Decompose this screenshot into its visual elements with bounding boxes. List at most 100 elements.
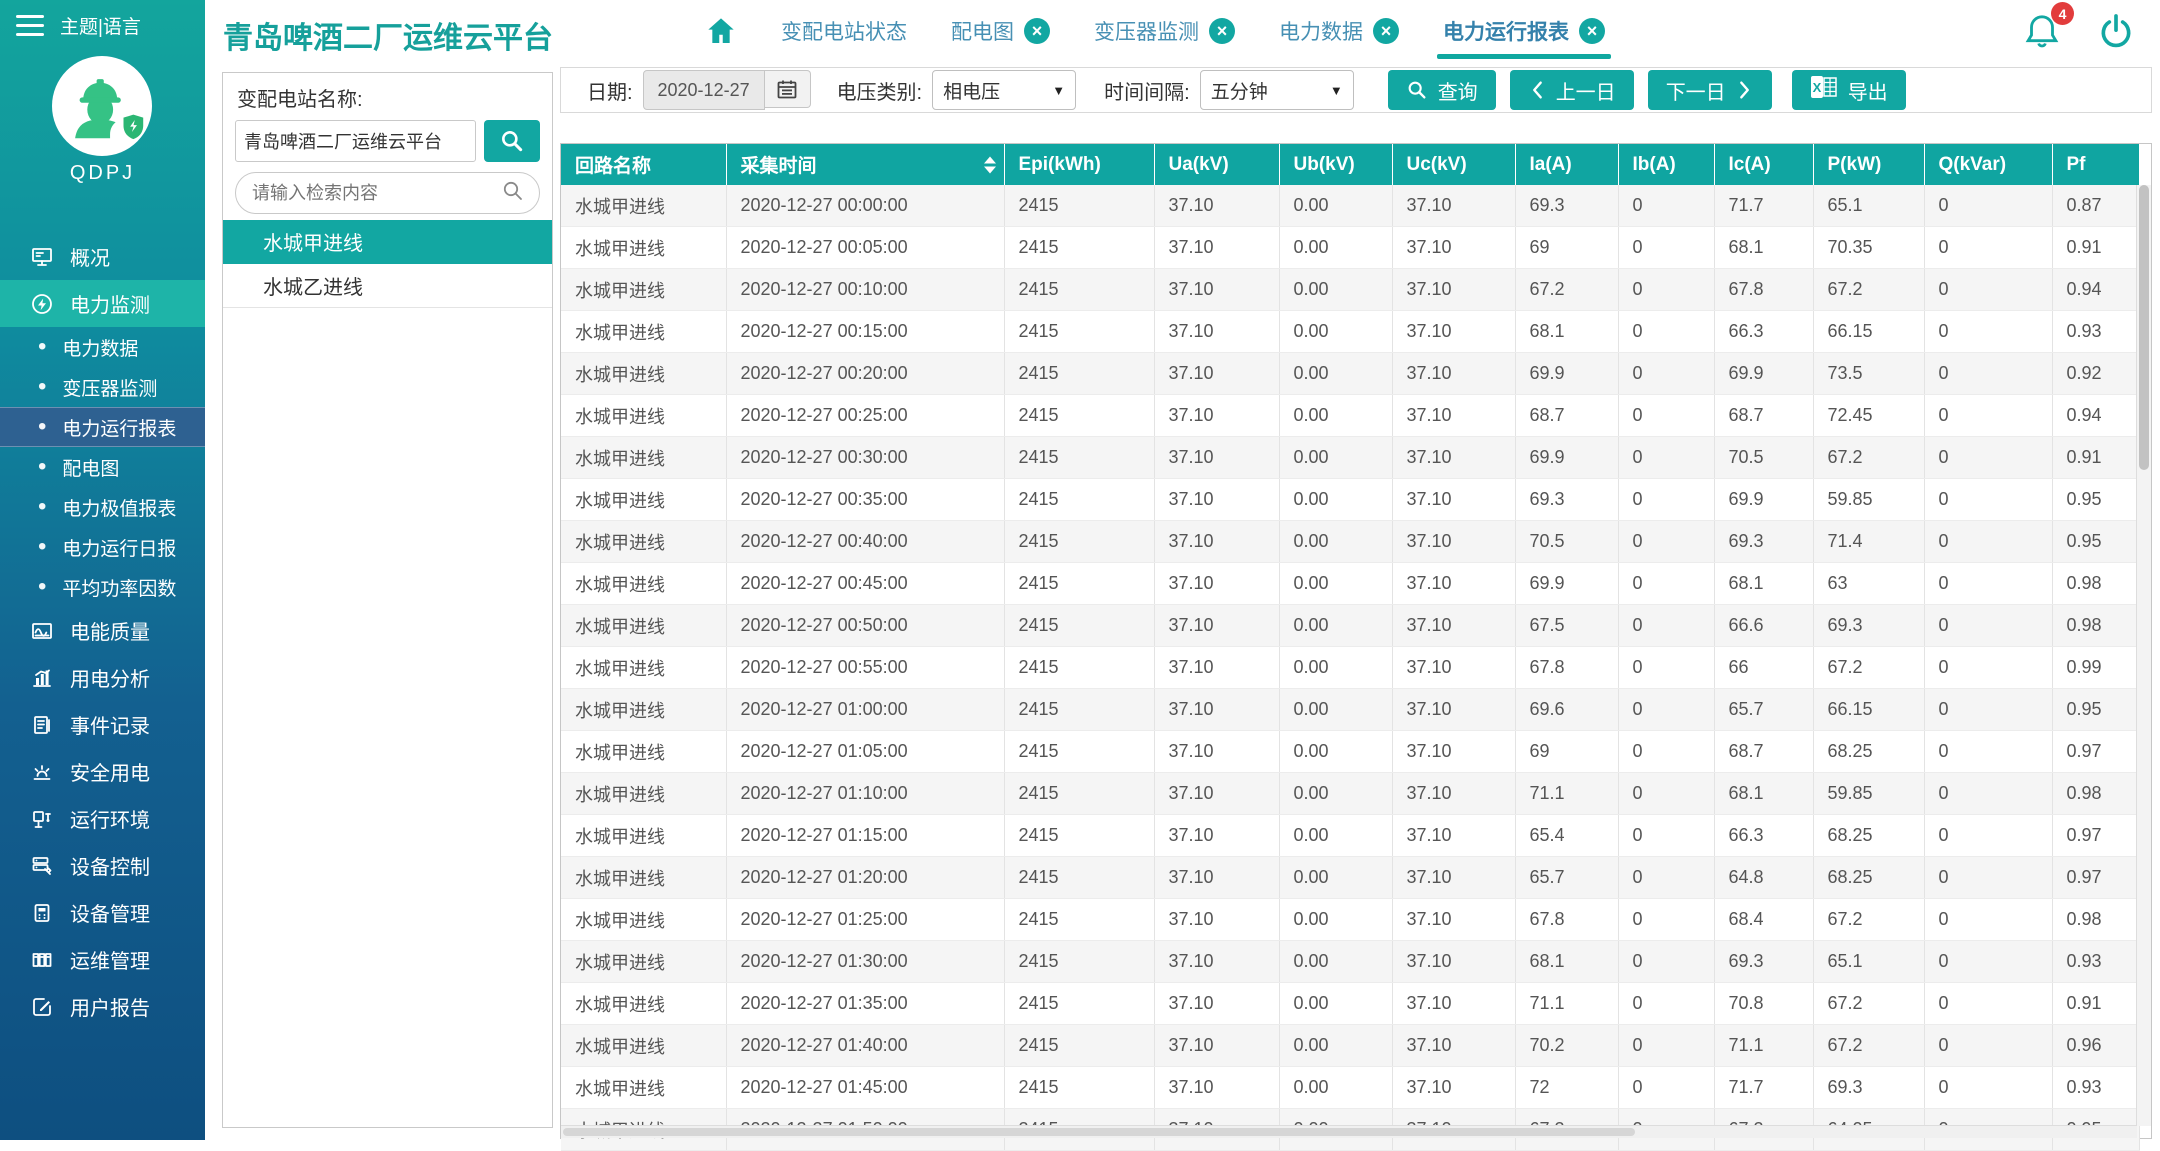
circuit-item[interactable]: 水城甲进线 [223, 220, 552, 264]
report-table: 回路名称 采集时间 Epi(kWh) Ua(kV) Ub(kV) Uc(kV) Ia(A) I… [561, 144, 2140, 1151]
column-header: Ic(A) [1714, 144, 1814, 185]
table-row[interactable]: 水城甲进线 2020-12-27 01:45:00 2415 37.10 0.00 37.… [561, 1066, 2140, 1109]
table-row[interactable]: 水城甲进线 2020-12-27 01:10:00 2415 37.10 0.00 37.… [561, 772, 2140, 815]
tab-close-icon[interactable]: × [1024, 18, 1050, 44]
sidebar-subitem[interactable]: • 变压器监测 [0, 367, 205, 407]
sort-icon[interactable] [983, 156, 996, 173]
device-icon [30, 901, 54, 925]
sidebar-item-label: 设备管理 [70, 904, 150, 926]
tab[interactable]: 电力数据 × [1279, 0, 1399, 62]
notification-bell-icon[interactable]: 4 [2022, 2, 2074, 57]
bullet-icon: • [38, 453, 47, 480]
horizontal-scrollbar[interactable] [561, 1125, 2137, 1138]
table-row[interactable]: 水城甲进线 2020-12-27 00:20:00 2415 37.10 0.00 37.… [561, 352, 2140, 395]
theme-language-link[interactable]: 主题|语言 [60, 12, 141, 39]
bullet-icon: • [38, 573, 47, 600]
chevron-down-icon: ▼ [1052, 82, 1066, 98]
table-row[interactable]: 水城甲进线 2020-12-27 01:05:00 2415 37.10 0.00 37.… [561, 730, 2140, 773]
sidebar-item[interactable]: 电能质量 [0, 607, 205, 654]
sidebar-item[interactable]: 用户报告 [0, 983, 205, 1030]
sidebar-item[interactable]: 概况 [0, 233, 205, 280]
column-header[interactable]: 采集时间 [726, 144, 1005, 185]
sidebar-item[interactable]: 设备管理 [0, 889, 205, 936]
calendar-icon[interactable] [764, 70, 811, 108]
sidebar-subitem[interactable]: • 配电图 [0, 447, 205, 487]
table-row[interactable]: 水城甲进线 2020-12-27 00:10:00 2415 37.10 0.00 37.… [561, 268, 2140, 311]
sidebar-item[interactable]: 用电分析 [0, 654, 205, 701]
sidebar-subitem[interactable]: • 电力数据 [0, 327, 205, 367]
table-row[interactable]: 水城甲进线 2020-12-27 01:30:00 2415 37.10 0.00 37.… [561, 940, 2140, 983]
voltage-type-select[interactable]: 相电压 ▼ [932, 70, 1077, 110]
table-row[interactable]: 水城甲进线 2020-12-27 01:00:00 2415 37.10 0.00 37.… [561, 688, 2140, 731]
sidebar-item[interactable]: 设备控制 [0, 842, 205, 889]
tab-close-icon[interactable]: × [1209, 18, 1235, 44]
station-name-input[interactable] [235, 120, 476, 162]
export-button[interactable]: X 导出 [1791, 70, 1906, 110]
excel-icon: X [1810, 75, 1838, 105]
sidebar-item-label: 运维管理 [70, 951, 150, 973]
table-row[interactable]: 水城甲进线 2020-12-27 00:25:00 2415 37.10 0.00 37.… [561, 394, 2140, 437]
table-row[interactable]: 水城甲进线 2020-12-27 00:00:00 2415 37.10 0.00 37.… [561, 185, 2140, 227]
table-row[interactable]: 水城甲进线 2020-12-27 01:25:00 2415 37.10 0.00 37.… [561, 898, 2140, 941]
sidebar-subitem[interactable]: • 电力极值报表 [0, 487, 205, 527]
table-row[interactable]: 水城甲进线 2020-12-27 00:05:00 2415 37.10 0.00 37.… [561, 226, 2140, 269]
hamburger-menu-icon[interactable] [16, 14, 44, 36]
table-row[interactable]: 水城甲进线 2020-12-27 01:15:00 2415 37.10 0.00 37.… [561, 814, 2140, 857]
sidebar-item[interactable]: 电力监测 [0, 280, 205, 327]
interval-label: 时间间隔: [1104, 81, 1190, 104]
tab-label: 电力数据 [1279, 21, 1363, 44]
interval-select[interactable]: 五分钟 ▼ [1199, 70, 1354, 110]
sidebar-item[interactable]: 事件记录 [0, 701, 205, 748]
sidebar-item-label: 安全用电 [70, 763, 150, 785]
sidebar-subitem[interactable]: • 平均功率因数 [0, 567, 205, 607]
sidebar: 主题|语言 QDPJ 概况 电力监测 • 电力数据 • 变压器监测 • 电力运行报表 • 配电图 •… [0, 0, 205, 1140]
sidebar-item-label: 用户报告 [70, 998, 150, 1020]
vertical-scrollbar[interactable] [2136, 185, 2151, 1126]
voltage-type-label: 电压类别: [836, 81, 923, 104]
control-icon [30, 854, 54, 878]
table-row[interactable]: 水城甲进线 2020-12-27 00:55:00 2415 37.10 0.00 37.… [561, 646, 2140, 689]
tab[interactable]: 变压器监测 × [1094, 0, 1235, 62]
table-row[interactable]: 水城甲进线 2020-12-27 00:30:00 2415 37.10 0.00 37.… [561, 436, 2140, 479]
sidebar-item[interactable]: 安全用电 [0, 748, 205, 795]
home-icon[interactable] [705, 15, 737, 47]
tab-label: 电力运行报表 [1443, 21, 1569, 44]
table-row[interactable]: 水城甲进线 2020-12-27 01:20:00 2415 37.10 0.00 37.… [561, 856, 2140, 899]
table-row[interactable]: 水城甲进线 2020-12-27 01:35:00 2415 37.10 0.00 37.… [561, 982, 2140, 1025]
sidebar-item[interactable]: 运行环境 [0, 795, 205, 842]
table-row[interactable]: 水城甲进线 2020-12-27 01:40:00 2415 37.10 0.00 37.… [561, 1024, 2140, 1067]
doc-icon [30, 713, 54, 737]
sidebar-subitem[interactable]: • 电力运行报表 [0, 407, 205, 447]
circuit-item[interactable]: 水城乙进线 [223, 264, 552, 308]
table-row[interactable]: 水城甲进线 2020-12-27 00:50:00 2415 37.10 0.00 37.… [561, 604, 2140, 647]
tab[interactable]: 变配电站状态 [781, 0, 907, 62]
report-icon [30, 995, 54, 1019]
date-input[interactable] [642, 70, 765, 110]
horizontal-scrollbar-thumb[interactable] [563, 1128, 1635, 1136]
table-row[interactable]: 水城甲进线 2020-12-27 00:15:00 2415 37.10 0.00 37.… [561, 310, 2140, 353]
prev-day-button[interactable]: 上一日 [1509, 70, 1634, 110]
query-button[interactable]: 查询 [1387, 70, 1496, 110]
sidebar-item[interactable]: 运维管理 [0, 936, 205, 983]
station-search-button[interactable] [484, 120, 540, 162]
user-code: QDPJ [69, 162, 136, 184]
table-row[interactable]: 水城甲进线 2020-12-27 00:40:00 2415 37.10 0.00 37.… [561, 520, 2140, 563]
search-icon [501, 179, 525, 208]
tab[interactable]: 配电图 × [951, 0, 1050, 62]
next-day-button[interactable]: 下一日 [1647, 70, 1772, 110]
sensor-icon [30, 807, 54, 831]
tab-bar: 变配电站状态 配电图 × 变压器监测 × 电力数据 × 电力运行报表 × [705, 0, 1611, 62]
column-header: Ua(kV) [1154, 144, 1280, 185]
circuit-search-input[interactable] [250, 181, 493, 205]
table-row[interactable]: 水城甲进线 2020-12-27 00:45:00 2415 37.10 0.00 37.… [561, 562, 2140, 605]
sidebar-subitem[interactable]: • 电力运行日报 [0, 527, 205, 567]
table-row[interactable]: 水城甲进线 2020-12-27 00:35:00 2415 37.10 0.00 37.… [561, 478, 2140, 521]
tab[interactable]: 电力运行报表 × [1437, 0, 1611, 62]
sidebar-subitem-label: 平均功率因数 [62, 578, 177, 600]
power-icon[interactable] [2096, 10, 2136, 57]
sidebar-item-label: 概况 [70, 248, 110, 270]
tab-close-icon[interactable]: × [1579, 18, 1605, 44]
vertical-scrollbar-thumb[interactable] [2139, 185, 2149, 470]
monitor-icon [30, 245, 54, 269]
tab-close-icon[interactable]: × [1373, 18, 1399, 44]
